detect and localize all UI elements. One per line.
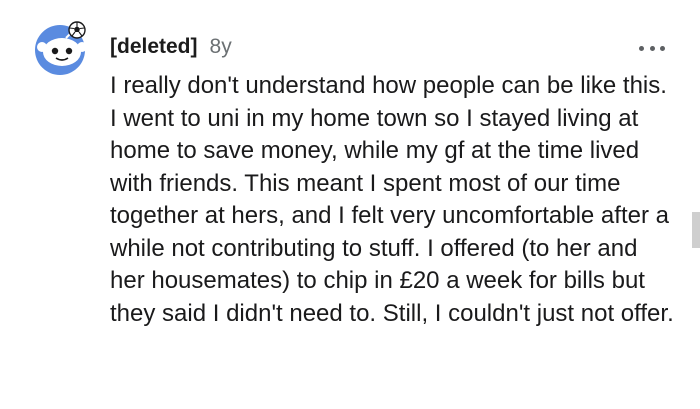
comment-meta: [deleted] 8y [110, 34, 232, 60]
comment-age: 8y [209, 35, 232, 58]
username[interactable]: [deleted] [110, 34, 198, 60]
scrollbar-handle[interactable] [692, 212, 700, 248]
more-dot [660, 45, 665, 51]
snoo-avatar-icon [35, 21, 87, 75]
more-options-icon[interactable] [639, 44, 665, 52]
avatar[interactable] [30, 20, 94, 76]
more-dot [649, 45, 655, 51]
more-dot [639, 45, 644, 51]
comment-body: I really don't understand how people can… [110, 72, 674, 327]
